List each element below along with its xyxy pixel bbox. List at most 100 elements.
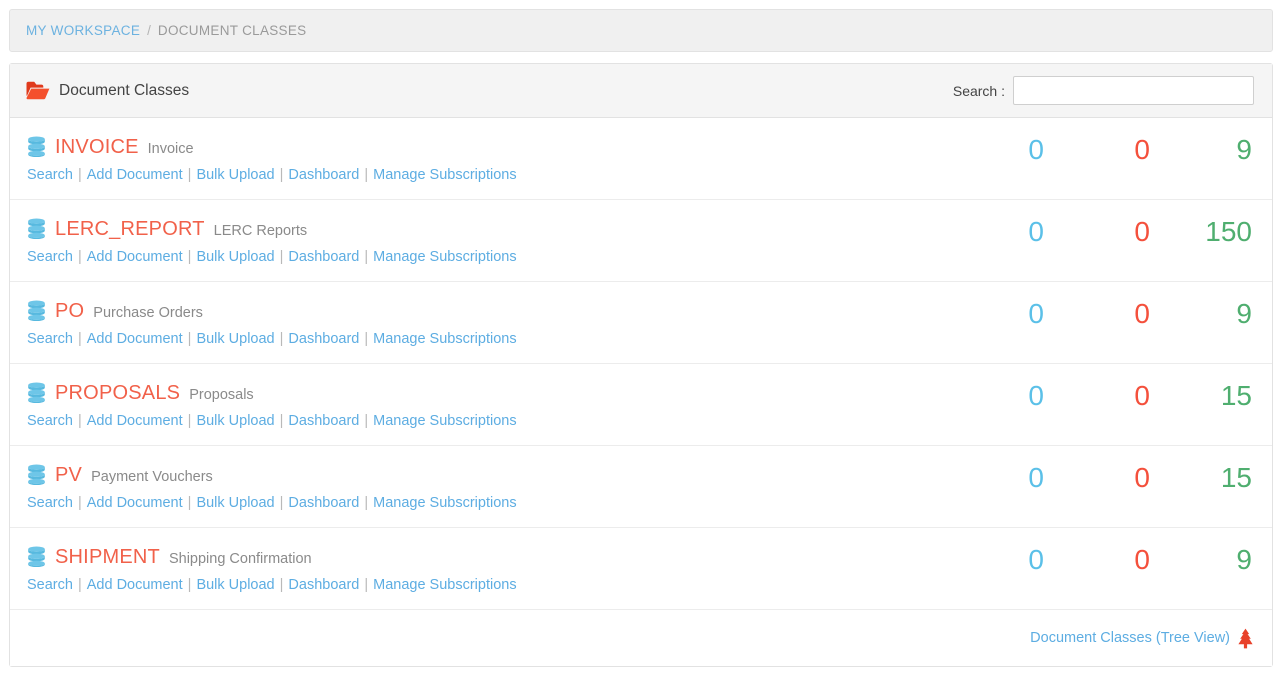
link-dashboard[interactable]: Dashboard — [288, 495, 359, 511]
count-alert[interactable]: 0 — [1044, 134, 1150, 166]
class-description: Shipping Confirmation — [168, 551, 312, 567]
link-dashboard[interactable]: Dashboard — [288, 413, 359, 429]
link-search[interactable]: Search — [27, 495, 73, 511]
link-separator: | — [187, 167, 192, 183]
link-bulk-upload[interactable]: Bulk Upload — [196, 577, 274, 593]
class-description: Proposals — [189, 387, 254, 403]
link-bulk-upload[interactable]: Bulk Upload — [196, 249, 274, 265]
count-pending[interactable]: 0 — [932, 298, 1044, 330]
database-icon — [27, 132, 46, 157]
count-pending[interactable]: 0 — [932, 134, 1044, 166]
tree-icon — [1230, 628, 1255, 649]
row-counts: 0 0 9 — [932, 132, 1272, 166]
count-pending[interactable]: 0 — [932, 462, 1044, 494]
link-separator: | — [364, 167, 369, 183]
link-separator: | — [77, 331, 82, 347]
count-pending[interactable]: 0 — [932, 544, 1044, 576]
page-title: Document Classes — [59, 81, 190, 99]
document-classes-tree-view-link[interactable]: Document Classes (Tree View) — [1030, 630, 1230, 646]
count-total[interactable]: 9 — [1150, 298, 1252, 330]
row-title-line: PV Payment Vouchers — [27, 460, 932, 485]
row-action-links: Search | Add Document | Bulk Upload | Dashboar… — [27, 331, 932, 347]
row-counts: 0 0 9 — [932, 296, 1272, 330]
link-separator: | — [279, 331, 284, 347]
link-add-document[interactable]: Add Document — [87, 413, 183, 429]
count-alert[interactable]: 0 — [1044, 298, 1150, 330]
link-add-document[interactable]: Add Document — [87, 331, 183, 347]
link-dashboard[interactable]: Dashboard — [288, 331, 359, 347]
panel-header: Document Classes Search : — [10, 64, 1272, 118]
link-manage-subscriptions[interactable]: Manage Subscriptions — [373, 577, 516, 593]
row-content: SHIPMENT Shipping Confirmation Search | Ad… — [10, 542, 932, 593]
count-total[interactable]: 9 — [1150, 544, 1252, 576]
class-description: Payment Vouchers — [91, 469, 213, 485]
link-separator: | — [187, 249, 192, 265]
link-search[interactable]: Search — [27, 249, 73, 265]
table-row: PV Payment Vouchers Search | Add Document |… — [10, 446, 1272, 528]
link-manage-subscriptions[interactable]: Manage Subscriptions — [373, 331, 516, 347]
row-counts: 0 0 9 — [932, 542, 1272, 576]
row-title-line: INVOICE Invoice — [27, 132, 932, 157]
count-pending[interactable]: 0 — [932, 216, 1044, 248]
link-separator: | — [77, 413, 82, 429]
link-separator: | — [77, 577, 82, 593]
link-add-document[interactable]: Add Document — [87, 577, 183, 593]
document-classes-list: INVOICE Invoice Search | Add Document | Bulk… — [10, 118, 1272, 610]
link-search[interactable]: Search — [27, 577, 73, 593]
link-bulk-upload[interactable]: Bulk Upload — [196, 167, 274, 183]
link-dashboard[interactable]: Dashboard — [288, 249, 359, 265]
row-title-line: SHIPMENT Shipping Confirmation — [27, 542, 932, 567]
count-alert[interactable]: 0 — [1044, 544, 1150, 576]
link-dashboard[interactable]: Dashboard — [288, 167, 359, 183]
link-bulk-upload[interactable]: Bulk Upload — [196, 331, 274, 347]
table-row: PROPOSALS Proposals Search | Add Document |… — [10, 364, 1272, 446]
count-total[interactable]: 150 — [1150, 216, 1252, 248]
link-separator: | — [187, 495, 192, 511]
link-dashboard[interactable]: Dashboard — [288, 577, 359, 593]
search-input[interactable] — [1013, 76, 1254, 105]
link-search[interactable]: Search — [27, 331, 73, 347]
row-title-line: PROPOSALS Proposals — [27, 378, 932, 403]
link-search[interactable]: Search — [27, 167, 73, 183]
table-row: LERC_REPORT LERC Reports Search | Add Docu… — [10, 200, 1272, 282]
count-total[interactable]: 15 — [1150, 380, 1252, 412]
open-folder-icon — [26, 81, 50, 100]
row-title-line: PO Purchase Orders — [27, 296, 932, 321]
row-content: PV Payment Vouchers Search | Add Document |… — [10, 460, 932, 511]
link-add-document[interactable]: Add Document — [87, 249, 183, 265]
link-manage-subscriptions[interactable]: Manage Subscriptions — [373, 495, 516, 511]
row-content: LERC_REPORT LERC Reports Search | Add Docu… — [10, 214, 932, 265]
link-manage-subscriptions[interactable]: Manage Subscriptions — [373, 413, 516, 429]
count-alert[interactable]: 0 — [1044, 380, 1150, 412]
link-separator: | — [77, 249, 82, 265]
link-add-document[interactable]: Add Document — [87, 495, 183, 511]
row-content: PO Purchase Orders Search | Add Document | B… — [10, 296, 932, 347]
link-separator: | — [364, 413, 369, 429]
link-separator: | — [187, 413, 192, 429]
panel-title-wrap: Document Classes — [26, 81, 189, 100]
link-bulk-upload[interactable]: Bulk Upload — [196, 495, 274, 511]
count-alert[interactable]: 0 — [1044, 462, 1150, 494]
link-separator: | — [187, 331, 192, 347]
breadcrumb-link-my-workspace[interactable]: MY WORKSPACE — [26, 23, 140, 38]
link-search[interactable]: Search — [27, 413, 73, 429]
class-code: PROPOSALS — [55, 382, 181, 404]
document-classes-panel: Document Classes Search : INVOICE Invoic… — [9, 63, 1273, 667]
link-bulk-upload[interactable]: Bulk Upload — [196, 413, 274, 429]
page-root: MY WORKSPACE / DOCUMENT CLASSES Document… — [0, 0, 1282, 674]
tree-view-wrap[interactable]: Document Classes (Tree View) — [1030, 628, 1255, 649]
link-separator: | — [187, 577, 192, 593]
count-total[interactable]: 15 — [1150, 462, 1252, 494]
table-row: PO Purchase Orders Search | Add Document | B… — [10, 282, 1272, 364]
link-separator: | — [364, 331, 369, 347]
link-separator: | — [364, 249, 369, 265]
link-manage-subscriptions[interactable]: Manage Subscriptions — [373, 249, 516, 265]
link-add-document[interactable]: Add Document — [87, 167, 183, 183]
row-counts: 0 0 150 — [932, 214, 1272, 248]
link-manage-subscriptions[interactable]: Manage Subscriptions — [373, 167, 516, 183]
count-total[interactable]: 9 — [1150, 134, 1252, 166]
count-alert[interactable]: 0 — [1044, 216, 1150, 248]
count-pending[interactable]: 0 — [932, 380, 1044, 412]
link-separator: | — [364, 495, 369, 511]
row-title-line: LERC_REPORT LERC Reports — [27, 214, 932, 239]
